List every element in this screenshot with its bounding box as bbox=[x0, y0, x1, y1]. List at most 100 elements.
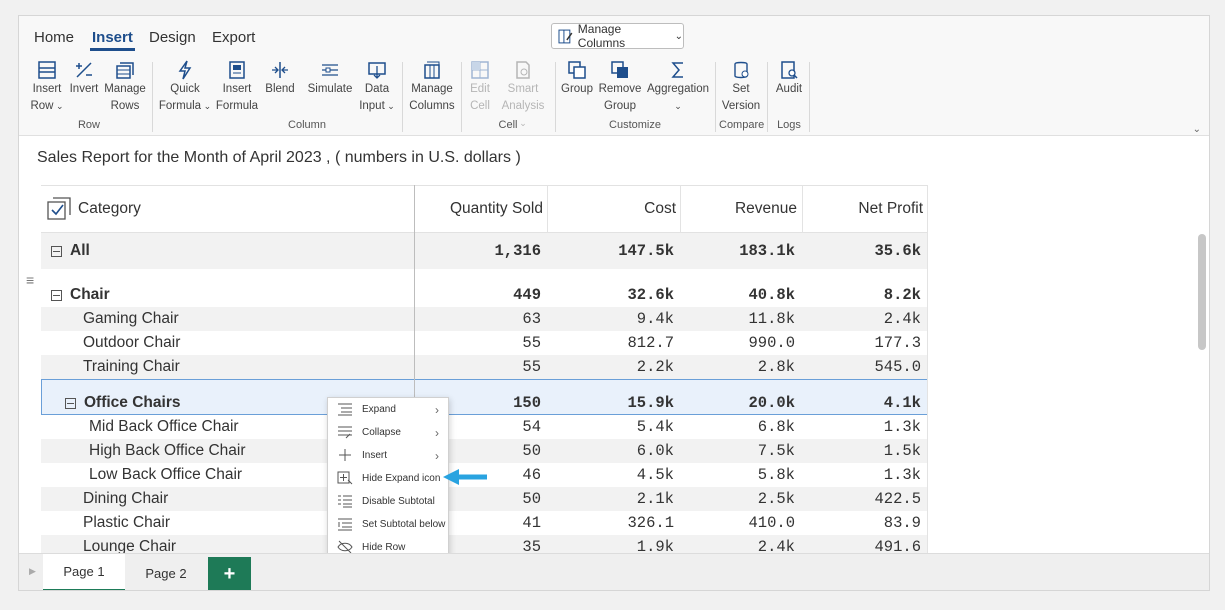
cell-cost[interactable]: 2.1k bbox=[548, 487, 674, 511]
cell-net-profit[interactable]: 177.3 bbox=[803, 331, 921, 355]
tab-design[interactable]: Design bbox=[149, 29, 196, 46]
blend-button[interactable]: Blend bbox=[262, 60, 298, 98]
context-menu-collapse[interactable]: Collapse › bbox=[328, 421, 448, 444]
simulate-button[interactable]: Simulate bbox=[305, 60, 355, 98]
remove-group-button[interactable]: Remove Group bbox=[598, 60, 642, 115]
cell-revenue[interactable]: 2.5k bbox=[681, 487, 795, 511]
cell-net-profit[interactable]: 2.4k bbox=[803, 307, 921, 331]
context-menu-set-subtotal-below[interactable]: Set Subtotal below bbox=[328, 513, 448, 536]
cell-cost[interactable]: 4.5k bbox=[548, 463, 674, 487]
manage-columns-dropdown[interactable]: Manage Columns ⌄ bbox=[551, 22, 684, 50]
manage-columns-button[interactable]: Manage Columns bbox=[407, 60, 457, 115]
cell-revenue[interactable]: 20.0k bbox=[681, 391, 795, 415]
page-tab-1[interactable]: Page 1 bbox=[43, 554, 125, 590]
cell-cost[interactable]: 32.6k bbox=[548, 283, 674, 307]
cell-cost[interactable]: 9.4k bbox=[548, 307, 674, 331]
table-row[interactable]: Chair 449 32.6k 40.8k 8.2k bbox=[41, 283, 928, 307]
hide-expand-icon bbox=[337, 471, 353, 485]
cell-net-profit[interactable]: 4.1k bbox=[803, 391, 921, 415]
header-quantity-sold[interactable]: Quantity Sold bbox=[415, 186, 543, 232]
tab-export[interactable]: Export bbox=[212, 29, 255, 46]
checkbox-icon[interactable] bbox=[47, 197, 71, 221]
page-tab-2[interactable]: Page 2 bbox=[125, 554, 207, 590]
cell-cost[interactable]: 2.2k bbox=[548, 355, 674, 379]
header-cost[interactable]: Cost bbox=[548, 186, 676, 232]
table-row[interactable]: All 1,316 147.5k 183.1k 35.6k bbox=[41, 233, 928, 269]
cell-net-profit[interactable]: 8.2k bbox=[803, 283, 921, 307]
sigma-icon bbox=[671, 62, 683, 78]
cell-net-profit[interactable]: 1.5k bbox=[803, 439, 921, 463]
aggregation-button[interactable]: Aggregation ⌄ bbox=[647, 60, 709, 115]
scroll-left-icon[interactable]: ▶ bbox=[29, 566, 36, 577]
category-header[interactable]: Category bbox=[47, 186, 407, 232]
row-label: Training Chair bbox=[83, 358, 180, 375]
context-menu-disable-subtotal[interactable]: Disable Subtotal bbox=[328, 490, 448, 513]
group-label-logs: Logs bbox=[777, 119, 801, 131]
set-version-label-2: Version bbox=[721, 100, 761, 112]
insert-row-button[interactable]: Insert Row ⌄ bbox=[27, 60, 67, 115]
cell-quantity[interactable]: 449 bbox=[415, 283, 541, 307]
cell-revenue[interactable]: 183.1k bbox=[681, 233, 795, 269]
cell-revenue[interactable]: 410.0 bbox=[681, 511, 795, 535]
audit-button[interactable]: Audit bbox=[772, 60, 806, 98]
table-row[interactable]: Outdoor Chair 55 812.7 990.0 177.3 bbox=[41, 331, 928, 355]
context-menu-insert[interactable]: Insert › bbox=[328, 444, 448, 467]
collapse-ribbon-icon[interactable]: ⌄ bbox=[1193, 124, 1201, 135]
table-row[interactable]: Gaming Chair 63 9.4k 11.8k 2.4k bbox=[41, 307, 928, 331]
context-menu-label: Hide Row bbox=[362, 542, 406, 553]
cell-quantity[interactable]: 55 bbox=[415, 355, 541, 379]
invert-button[interactable]: Invert bbox=[67, 60, 101, 98]
group-button[interactable]: Group bbox=[560, 60, 594, 98]
table-row[interactable]: Mid Back Office Chair 54 5.4k 6.8k 1.3k bbox=[41, 415, 928, 439]
collapse-icon[interactable] bbox=[51, 245, 62, 257]
quick-formula-button[interactable]: Quick Formula ⌄ bbox=[157, 60, 213, 115]
set-version-label: Set bbox=[732, 83, 750, 95]
cell-cost[interactable]: 6.0k bbox=[548, 439, 674, 463]
insert-formula-button[interactable]: Insert Formula bbox=[215, 60, 259, 115]
cell-revenue[interactable]: 7.5k bbox=[681, 439, 795, 463]
cell-quantity[interactable]: 55 bbox=[415, 331, 541, 355]
drag-handle-icon[interactable]: ≡ bbox=[26, 272, 34, 288]
data-input-button[interactable]: Data Input ⌄ bbox=[359, 60, 395, 115]
cell-cost[interactable]: 5.4k bbox=[548, 415, 674, 439]
cell-net-profit[interactable]: 422.5 bbox=[803, 487, 921, 511]
cell-cost[interactable]: 326.1 bbox=[548, 511, 674, 535]
manage-rows-button[interactable]: Manage Rows bbox=[103, 60, 147, 115]
cell-cost[interactable]: 147.5k bbox=[548, 233, 674, 269]
table-row[interactable]: Dining Chair 50 2.1k 2.5k 422.5 bbox=[41, 487, 928, 511]
set-version-button[interactable]: Set Version bbox=[719, 60, 763, 115]
cell-revenue[interactable]: 990.0 bbox=[681, 331, 795, 355]
cell-net-profit[interactable]: 545.0 bbox=[803, 355, 921, 379]
cell-quantity[interactable]: 1,316 bbox=[415, 233, 541, 269]
cell-revenue[interactable]: 40.8k bbox=[681, 283, 795, 307]
cell-net-profit[interactable]: 83.9 bbox=[803, 511, 921, 535]
header-revenue[interactable]: Revenue bbox=[681, 186, 797, 232]
cell-cost[interactable]: 15.9k bbox=[548, 391, 674, 415]
context-menu-hide-expand-icon[interactable]: Hide Expand icon bbox=[328, 467, 448, 490]
add-page-button[interactable]: + bbox=[208, 557, 251, 590]
edit-cell-button[interactable]: Edit Cell bbox=[465, 60, 495, 115]
tab-home[interactable]: Home bbox=[34, 29, 74, 46]
table-row[interactable]: Office Chairs 150 15.9k 20.0k 4.1k bbox=[41, 391, 928, 415]
table-row[interactable]: Plastic Chair 41 326.1 410.0 83.9 bbox=[41, 511, 928, 535]
table-row[interactable]: High Back Office Chair 50 6.0k 7.5k 1.5k bbox=[41, 439, 928, 463]
cell-cost[interactable]: 812.7 bbox=[548, 331, 674, 355]
context-menu-expand[interactable]: Expand › bbox=[328, 398, 448, 421]
collapse-icon[interactable] bbox=[51, 289, 62, 301]
header-net-profit[interactable]: Net Profit bbox=[803, 186, 923, 232]
cell-net-profit[interactable]: 1.3k bbox=[803, 415, 921, 439]
cell-revenue[interactable]: 11.8k bbox=[681, 307, 795, 331]
tab-insert[interactable]: Insert bbox=[90, 29, 135, 51]
cell-revenue[interactable]: 2.8k bbox=[681, 355, 795, 379]
ribbon-divider bbox=[809, 62, 810, 132]
edit-cell-label-2: Cell bbox=[470, 100, 490, 112]
cell-revenue[interactable]: 6.8k bbox=[681, 415, 795, 439]
cell-quantity[interactable]: 63 bbox=[415, 307, 541, 331]
cell-revenue[interactable]: 5.8k bbox=[681, 463, 795, 487]
cell-net-profit[interactable]: 35.6k bbox=[803, 233, 921, 269]
group-label: Group bbox=[561, 83, 593, 95]
cell-net-profit[interactable]: 1.3k bbox=[803, 463, 921, 487]
table-row[interactable]: Training Chair 55 2.2k 2.8k 545.0 bbox=[41, 355, 928, 379]
vertical-scrollbar[interactable] bbox=[1198, 234, 1206, 350]
collapse-icon[interactable] bbox=[65, 397, 76, 409]
